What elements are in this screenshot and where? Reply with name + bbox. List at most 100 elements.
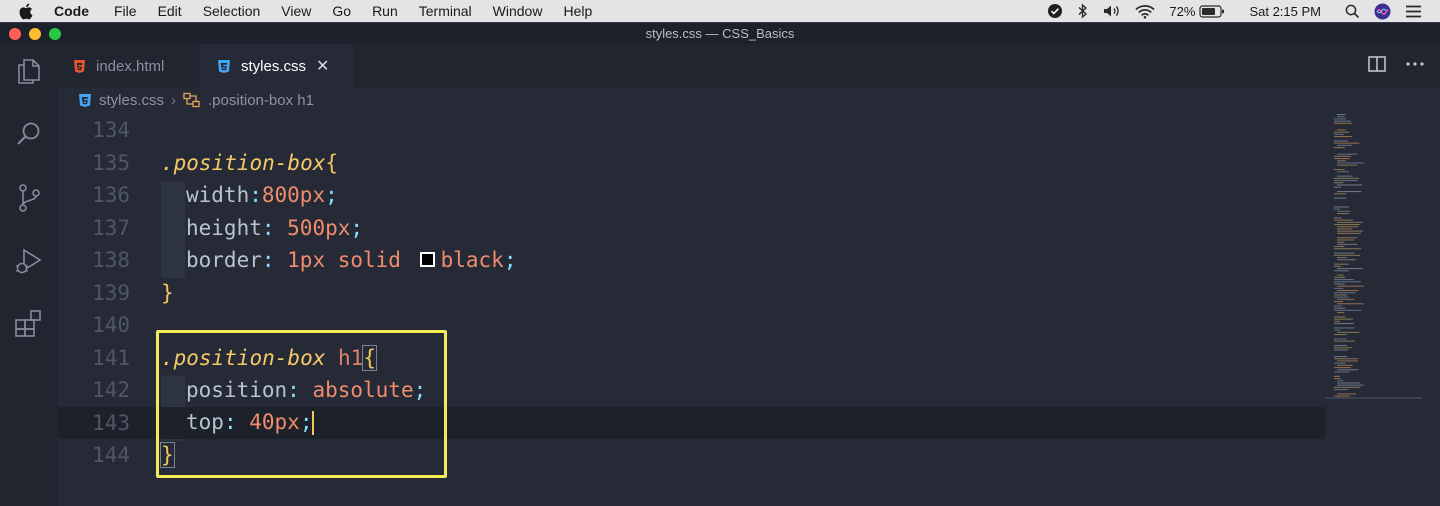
minimap-line xyxy=(1337,164,1358,166)
minimap-line xyxy=(1337,210,1351,212)
minimap-line xyxy=(1334,186,1341,188)
split-editor-icon[interactable] xyxy=(1368,56,1386,72)
minimap[interactable] xyxy=(1330,112,1425,402)
minimap-line xyxy=(1334,349,1348,351)
close-tab-icon[interactable]: ✕ xyxy=(316,56,329,76)
bluetooth-icon[interactable] xyxy=(1077,3,1089,19)
css-value: 1px solid xyxy=(287,248,414,273)
minimap-line xyxy=(1334,177,1360,179)
minimap-line xyxy=(1334,362,1346,364)
explorer-icon[interactable] xyxy=(14,56,44,86)
battery-icon[interactable] xyxy=(1199,4,1225,18)
activity-bar xyxy=(0,44,58,506)
minimap-line xyxy=(1337,237,1358,239)
minimap-line xyxy=(1337,384,1364,386)
minimap-line xyxy=(1334,371,1350,373)
minimap-line xyxy=(1334,307,1346,309)
control-center-icon[interactable] xyxy=(1405,5,1422,18)
colon: : xyxy=(249,183,262,208)
breadcrumb-file[interactable]: styles.css xyxy=(99,92,164,109)
minimap-line xyxy=(1334,378,1341,380)
minimap-line xyxy=(1334,345,1348,347)
minimap-line xyxy=(1334,122,1353,124)
minimap-line xyxy=(1337,144,1352,146)
volume-icon[interactable] xyxy=(1103,4,1121,18)
minimap-line xyxy=(1337,259,1356,261)
code-editor[interactable]: 134 135 .position-box{ 136 width:800px; … xyxy=(58,112,1440,506)
siri-icon[interactable] xyxy=(1374,3,1391,20)
tab-label: index.html xyxy=(96,57,165,75)
minimap-line xyxy=(1334,281,1361,283)
minimap-line xyxy=(1334,193,1347,195)
minimap-line xyxy=(1334,358,1358,360)
chevron-right-icon: › xyxy=(171,91,177,109)
more-actions-icon[interactable] xyxy=(1406,62,1424,66)
minimap-line xyxy=(1334,283,1345,285)
minimap-line xyxy=(1334,248,1362,250)
menu-selection[interactable]: Selection xyxy=(203,3,261,19)
menu-edit[interactable]: Edit xyxy=(158,3,182,19)
battery-percent: 72% xyxy=(1169,3,1196,19)
menu-run[interactable]: Run xyxy=(372,3,398,19)
minimap-line xyxy=(1334,252,1355,254)
minimap-line xyxy=(1334,182,1344,184)
code-text: width:800px; xyxy=(186,183,338,207)
line-number: 134 xyxy=(92,118,130,143)
code-line: 135 .position-box{ xyxy=(58,147,1325,180)
line-number: 141 xyxy=(92,345,130,370)
semicolon: ; xyxy=(503,248,517,273)
minimap-line xyxy=(1334,270,1349,272)
minimap-line xyxy=(1337,393,1356,395)
run-debug-icon[interactable] xyxy=(14,246,44,276)
tab-index-html[interactable]: index.html xyxy=(58,44,196,88)
minimap-line xyxy=(1334,305,1342,307)
minimap-line xyxy=(1334,197,1347,199)
apple-logo-icon[interactable] xyxy=(18,3,36,20)
minimap-line xyxy=(1337,129,1346,131)
source-control-icon[interactable] xyxy=(14,183,44,213)
extensions-icon[interactable] xyxy=(14,308,44,338)
spotlight-search-icon[interactable] xyxy=(1345,4,1360,19)
search-icon[interactable] xyxy=(14,119,44,149)
tab-styles-css[interactable]: styles.css ✕ xyxy=(200,44,354,88)
minimap-line xyxy=(1337,331,1360,333)
checkmark-badge-icon[interactable] xyxy=(1047,3,1063,19)
minimap-line xyxy=(1337,160,1346,162)
editor-actions xyxy=(1368,56,1424,72)
minimap-line xyxy=(1334,219,1354,221)
menubar-clock[interactable]: Sat 2:15 PM xyxy=(1249,4,1321,19)
minimap-line xyxy=(1337,230,1364,232)
code-line: 138 border: 1px solid black; xyxy=(58,244,1325,277)
minimap-line xyxy=(1337,153,1358,155)
minimap-line xyxy=(1334,334,1347,336)
minimap-line xyxy=(1334,338,1347,340)
menu-file[interactable]: File xyxy=(114,3,137,19)
symbol-class-icon xyxy=(183,92,201,108)
wifi-icon[interactable] xyxy=(1135,4,1156,19)
minimap-line xyxy=(1337,290,1359,292)
breadcrumb-symbol[interactable]: .position-box h1 xyxy=(208,92,314,109)
minimap-line xyxy=(1337,268,1363,270)
menu-window[interactable]: Window xyxy=(493,3,543,19)
menu-view[interactable]: View xyxy=(281,3,311,19)
line-number: 136 xyxy=(92,183,130,208)
minimap-line xyxy=(1337,285,1365,287)
minimap-line xyxy=(1334,158,1350,160)
color-swatch[interactable] xyxy=(419,251,435,267)
css-value: 500px xyxy=(287,215,351,240)
menu-app-name[interactable]: Code xyxy=(54,3,89,19)
minimap-line xyxy=(1337,162,1365,164)
minimap-line xyxy=(1334,389,1349,391)
minimap-line xyxy=(1334,309,1362,311)
menu-go[interactable]: Go xyxy=(332,3,351,19)
semicolon: ; xyxy=(325,183,338,208)
code-text: .position-box{ xyxy=(161,151,338,175)
menu-help[interactable]: Help xyxy=(563,3,592,19)
menu-terminal[interactable]: Terminal xyxy=(419,3,472,19)
minimap-line xyxy=(1337,241,1345,243)
minimap-line xyxy=(1334,375,1341,377)
minimap-viewport-marker[interactable] xyxy=(1325,397,1422,399)
line-number: 142 xyxy=(92,378,130,403)
tab-label: styles.css xyxy=(241,57,307,75)
css-property: border xyxy=(186,248,262,273)
